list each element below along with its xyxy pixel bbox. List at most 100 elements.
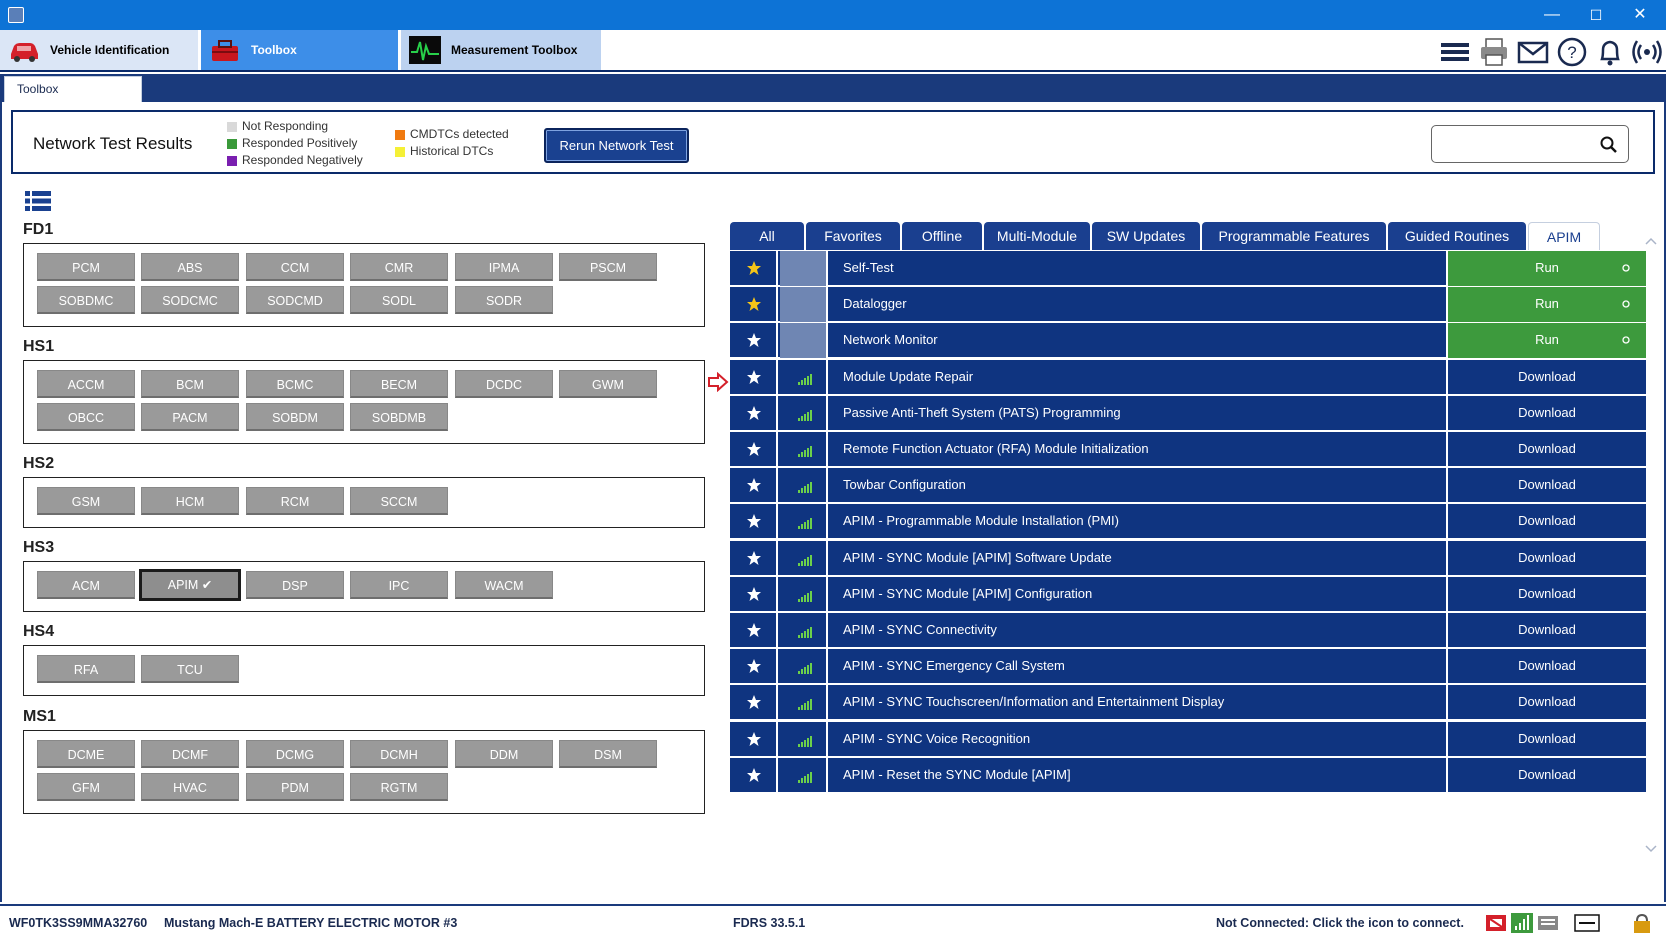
table-row[interactable]: APIM - SYNC Emergency Call System Downloa… <box>730 649 1646 685</box>
feature-name[interactable]: Towbar Configuration <box>843 468 966 503</box>
module-button[interactable]: DSM <box>559 740 657 768</box>
star-icon[interactable] <box>746 369 762 385</box>
module-button[interactable]: BCM <box>141 370 239 398</box>
download-button[interactable]: Download <box>1446 432 1646 467</box>
download-button[interactable]: Download <box>1446 395 1646 431</box>
download-button[interactable]: Download <box>1446 721 1646 757</box>
feature-name[interactable]: APIM - Reset the SYNC Module [APIM] <box>843 758 1071 793</box>
module-button[interactable]: TCU <box>141 655 239 683</box>
star-icon[interactable] <box>746 513 762 529</box>
table-row[interactable]: APIM - SYNC Connectivity Download <box>730 613 1646 648</box>
star-icon[interactable] <box>746 694 762 710</box>
feature-name[interactable]: APIM - SYNC Touchscreen/Information and … <box>843 685 1224 720</box>
run-button[interactable]: Run <box>1446 251 1646 286</box>
star-icon[interactable] <box>746 332 762 348</box>
favorite-cell[interactable] <box>730 359 778 395</box>
table-row[interactable]: Datalogger Run <box>730 287 1646 323</box>
tab-measurement-toolbox[interactable]: Measurement Toolbox <box>401 30 601 70</box>
module-button[interactable]: SOBDM <box>246 403 344 431</box>
download-button[interactable]: Download <box>1446 540 1646 576</box>
module-button[interactable]: SODR <box>455 286 553 314</box>
module-button[interactable]: RCM <box>246 487 344 515</box>
star-icon[interactable] <box>746 622 762 638</box>
table-row[interactable]: APIM - Reset the SYNC Module [APIM] Downl… <box>730 757 1646 793</box>
module-button[interactable]: SCCM <box>350 487 448 515</box>
minimize-button[interactable]: — <box>1532 3 1572 27</box>
feature-name[interactable]: Remote Function Actuator (RFA) Module In… <box>843 432 1149 467</box>
module-button[interactable]: DCMH <box>350 740 448 768</box>
module-button[interactable]: DCME <box>37 740 135 768</box>
module-button[interactable]: SOBDMC <box>37 286 135 314</box>
feature-tab-apim[interactable]: APIM <box>1528 222 1600 250</box>
module-button[interactable]: DSP <box>246 571 344 599</box>
module-button[interactable]: ABS <box>141 253 239 281</box>
feature-tab-multi-module[interactable]: Multi-Module <box>984 222 1090 250</box>
module-button[interactable]: SODL <box>350 286 448 314</box>
module-button[interactable]: DCMG <box>246 740 344 768</box>
favorite-cell[interactable] <box>730 323 778 359</box>
module-button[interactable]: BCMC <box>246 370 344 398</box>
download-button[interactable]: Download <box>1446 504 1646 540</box>
keyboard-icon[interactable] <box>1537 913 1559 933</box>
feature-tab-favorites[interactable]: Favorites <box>806 222 900 250</box>
module-button[interactable]: WACM <box>455 571 553 599</box>
module-button[interactable]: PSCM <box>559 253 657 281</box>
star-icon[interactable] <box>746 658 762 674</box>
module-button[interactable]: IPMA <box>455 253 553 281</box>
download-button[interactable]: Download <box>1446 576 1646 612</box>
feature-name[interactable]: Datalogger <box>843 287 907 322</box>
feature-tab-sw-updates[interactable]: SW Updates <box>1092 222 1200 250</box>
favorite-cell[interactable] <box>730 649 778 685</box>
star-icon[interactable] <box>746 731 762 747</box>
rerun-network-test-button[interactable]: Rerun Network Test <box>544 128 689 163</box>
module-button[interactable]: CCM <box>246 253 344 281</box>
scrollbar[interactable] <box>1644 236 1658 856</box>
star-icon[interactable] <box>746 405 762 421</box>
module-button[interactable]: BECM <box>350 370 448 398</box>
module-button-apim-selected[interactable]: APIM ✔ <box>139 569 241 601</box>
table-row[interactable]: APIM - SYNC Touchscreen/Information and … <box>730 685 1646 721</box>
feature-name[interactable]: APIM - SYNC Module [APIM] Software Updat… <box>843 541 1112 576</box>
module-button[interactable]: OBCC <box>37 403 135 431</box>
favorite-cell[interactable] <box>730 685 778 721</box>
feature-name[interactable]: APIM - SYNC Emergency Call System <box>843 649 1065 684</box>
module-button[interactable]: SOBDMB <box>350 403 448 431</box>
list-view-icon[interactable] <box>25 190 51 212</box>
table-row[interactable]: Network Monitor Run <box>730 323 1646 359</box>
favorite-cell[interactable] <box>730 395 778 431</box>
module-button[interactable]: PACM <box>141 403 239 431</box>
module-button[interactable]: IPC <box>350 571 448 599</box>
table-row[interactable]: Remote Function Actuator (RFA) Module In… <box>730 432 1646 467</box>
star-icon[interactable] <box>746 477 762 493</box>
module-button[interactable]: SODCMD <box>246 286 344 314</box>
table-row[interactable]: Self-Test Run <box>730 251 1646 286</box>
favorite-cell[interactable] <box>730 576 778 612</box>
wireless-icon[interactable] <box>1630 36 1664 68</box>
feature-name[interactable]: APIM - Programmable Module Installation … <box>843 504 1119 539</box>
module-button[interactable]: HVAC <box>141 773 239 801</box>
bell-icon[interactable] <box>1593 36 1627 68</box>
download-button[interactable]: Download <box>1446 685 1646 721</box>
star-icon[interactable] <box>746 550 762 566</box>
favorite-cell[interactable] <box>730 432 778 467</box>
feature-tab-guided-routines[interactable]: Guided Routines <box>1388 222 1526 250</box>
module-button[interactable]: RGTM <box>350 773 448 801</box>
module-button[interactable]: HCM <box>141 487 239 515</box>
close-button[interactable]: ✕ <box>1620 3 1660 27</box>
star-icon[interactable] <box>746 296 762 312</box>
module-button[interactable]: GFM <box>37 773 135 801</box>
printer-icon[interactable] <box>1477 36 1511 68</box>
module-button[interactable]: SODCMC <box>141 286 239 314</box>
favorite-cell[interactable] <box>730 613 778 648</box>
tab-vehicle-identification[interactable]: Vehicle Identification <box>0 30 198 70</box>
module-button[interactable]: DCDC <box>455 370 553 398</box>
feature-name[interactable]: APIM - SYNC Voice Recognition <box>843 722 1030 757</box>
run-button[interactable]: Run <box>1446 287 1646 323</box>
table-row[interactable]: APIM - Programmable Module Installation … <box>730 504 1646 540</box>
favorite-cell[interactable] <box>730 504 778 540</box>
table-row[interactable]: APIM - SYNC Voice Recognition Download <box>730 721 1646 757</box>
module-button[interactable]: DDM <box>455 740 553 768</box>
feature-tab-all[interactable]: All <box>730 222 804 250</box>
maximize-button[interactable]: ☐ <box>1576 3 1616 27</box>
download-button[interactable]: Download <box>1446 613 1646 648</box>
